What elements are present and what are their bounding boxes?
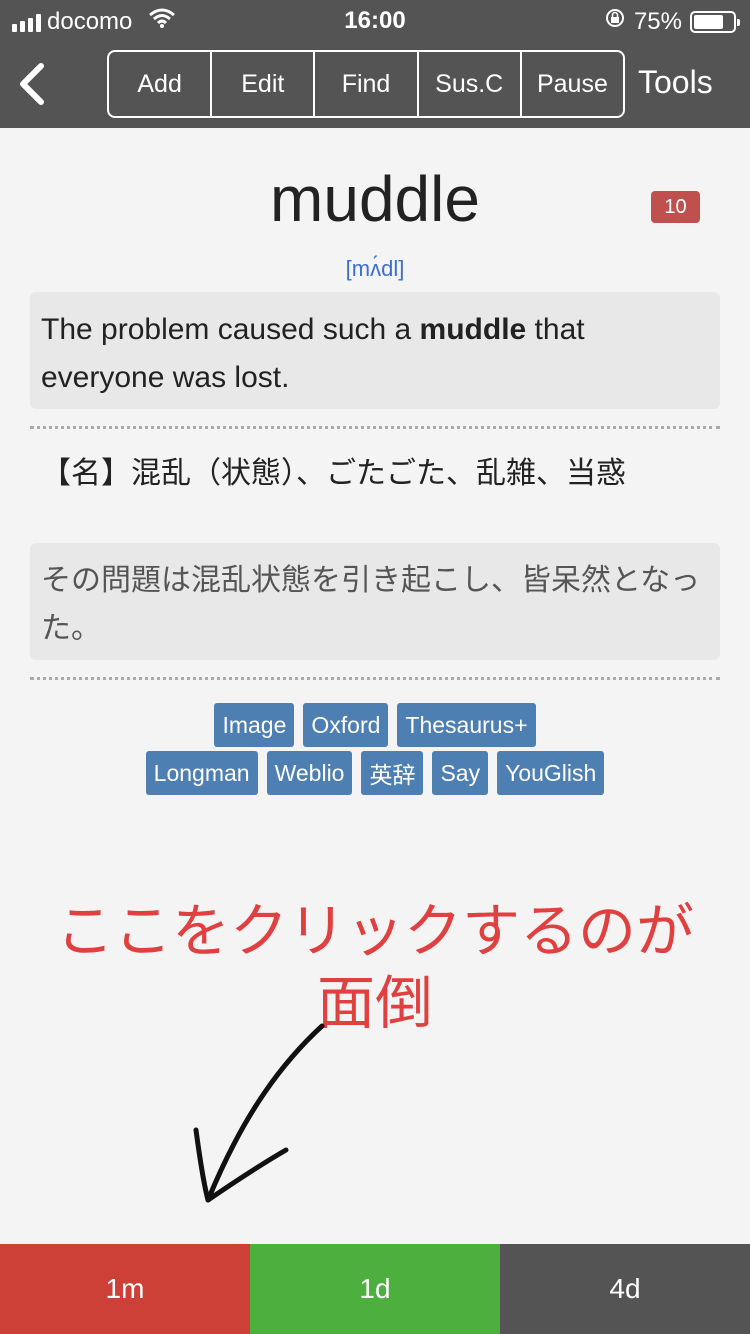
annotation-arrow-icon — [193, 1023, 325, 1203]
divider — [30, 426, 720, 429]
again-button[interactable]: 1m — [0, 1244, 250, 1334]
thesaurus-link[interactable]: Thesaurus+ — [397, 703, 536, 747]
battery-icon — [690, 10, 740, 33]
back-button[interactable] — [12, 60, 52, 108]
pause-button[interactable]: Pause — [522, 52, 623, 116]
find-button[interactable]: Find — [315, 52, 419, 116]
review-count-badge: 10 — [651, 191, 700, 223]
eijiro-link[interactable]: 英辞 — [361, 751, 424, 795]
nav-bar: Add Edit Find Sus.C Pause Tools — [0, 40, 750, 128]
annotation-text-line-1: ここをクリックするのが — [55, 899, 694, 964]
dictionary-links-row-2: Longman Weblio 英辞 Say YouGlish — [0, 751, 750, 795]
edit-button[interactable]: Edit — [212, 52, 316, 116]
status-bar: docomo 16:00 75% — [0, 0, 750, 40]
say-link[interactable]: Say — [432, 751, 489, 795]
example-translation: その問題は混乱状態を引き起こし、皆呆然となった。 — [30, 543, 720, 660]
answer-bar: 1m 1d 4d — [0, 1244, 750, 1334]
battery-percent: 75% — [633, 7, 682, 35]
add-button[interactable]: Add — [109, 52, 213, 116]
divider — [30, 677, 720, 680]
dictionary-links-row-1: Image Oxford Thesaurus+ — [0, 703, 750, 747]
chevron-left-icon — [20, 63, 44, 105]
rotation-lock-icon — [604, 7, 626, 36]
suspend-card-button[interactable]: Sus.C — [419, 52, 522, 116]
weblio-link[interactable]: Weblio — [266, 751, 353, 795]
good-button[interactable]: 1d — [250, 1244, 500, 1334]
example-text-before: The problem caused such a — [41, 313, 420, 346]
pronunciation[interactable]: [mʌ́dl] — [0, 256, 750, 282]
tools-button[interactable]: Tools — [638, 64, 713, 101]
image-link[interactable]: Image — [214, 703, 295, 747]
annotation-text-line-2: 面倒 — [316, 971, 433, 1036]
example-sentence: The problem caused such a muddle that ev… — [30, 292, 720, 409]
action-segmented-control: Add Edit Find Sus.C Pause — [107, 50, 625, 118]
word-meaning: 【名】混乱（状態）、ごたごた、乱雑、当惑 — [41, 457, 626, 490]
example-highlight: muddle — [419, 313, 527, 346]
card-word: muddle — [270, 163, 480, 235]
easy-button[interactable]: 4d — [500, 1244, 750, 1334]
oxford-link[interactable]: Oxford — [303, 703, 389, 747]
longman-link[interactable]: Longman — [145, 751, 258, 795]
status-right: 75% — [604, 7, 740, 36]
youglish-link[interactable]: YouGlish — [497, 751, 605, 795]
